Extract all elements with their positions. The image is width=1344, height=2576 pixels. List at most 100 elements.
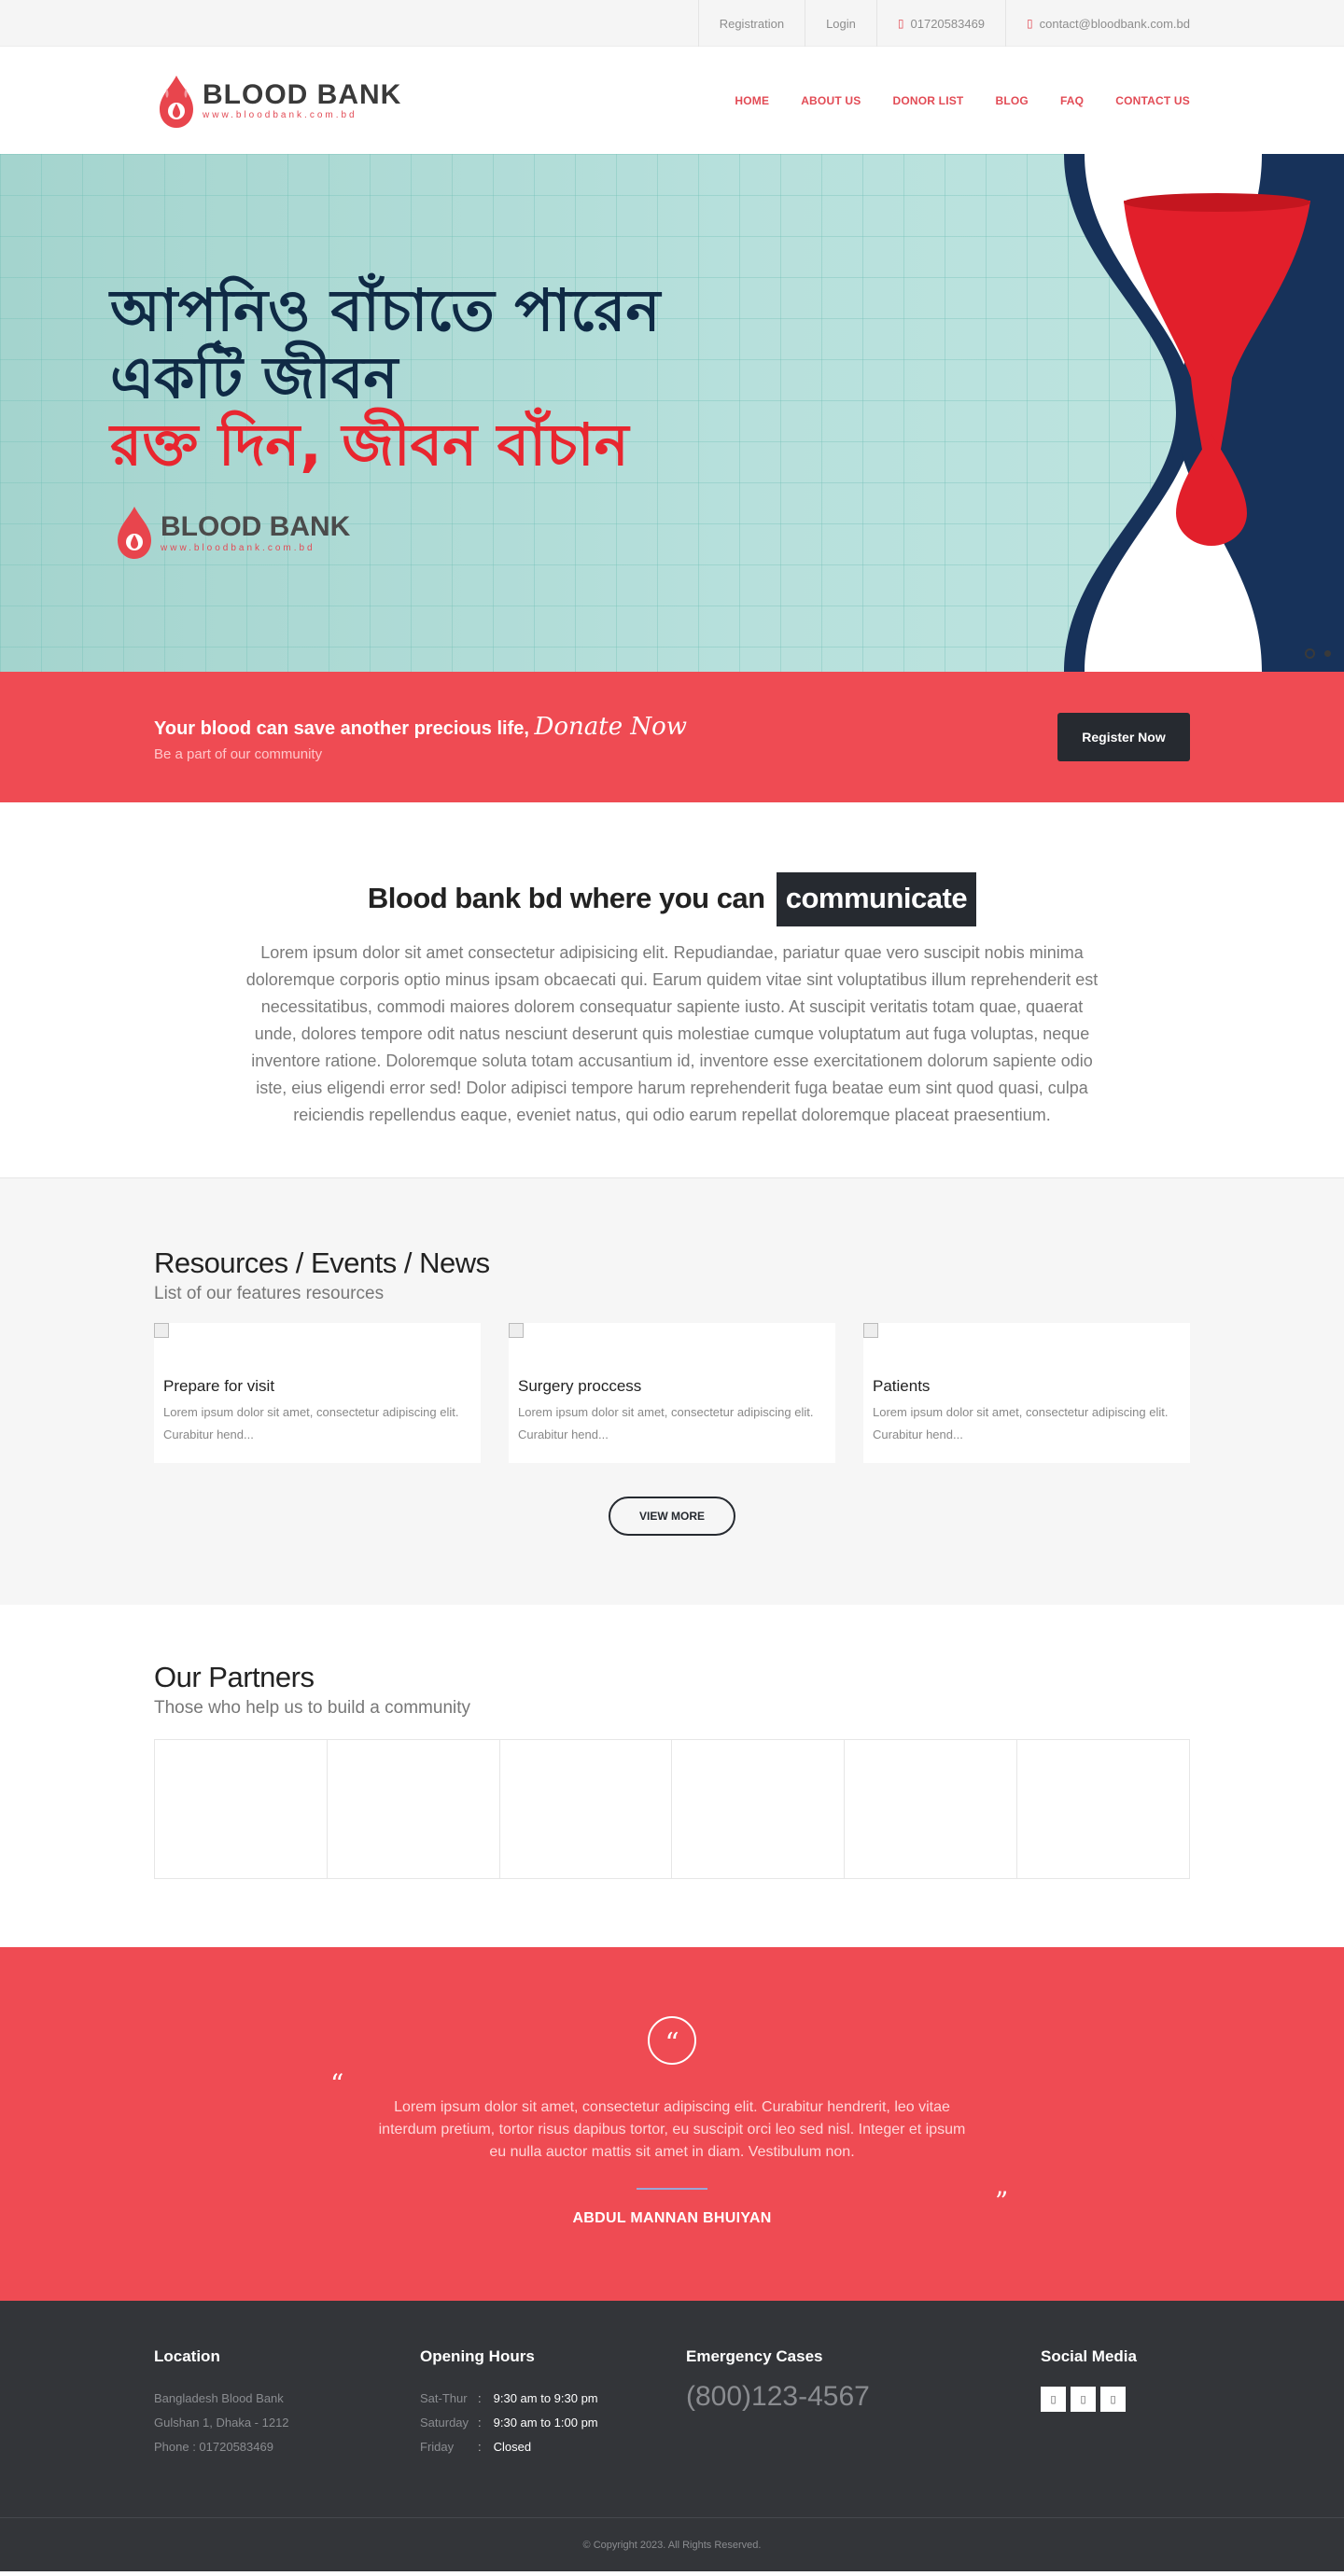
hours-time: 9:30 am to 9:30 pm (493, 2391, 598, 2405)
partners-subtitle: Those who help us to build a community (154, 1698, 471, 1718)
hero-logo-title: BLOOD BANK (161, 510, 351, 542)
location-line: Gulshan 1, Dhaka - 1212 (154, 2416, 289, 2430)
testimonial-section: “ “ Lorem ipsum dolor sit amet, consecte… (0, 1947, 1344, 2301)
hours-day: Friday (420, 2440, 455, 2454)
partner-logo-slot[interactable] (328, 1740, 500, 1878)
social-title: Social Media (1041, 2347, 1137, 2365)
donate-subtext: Be a part of our community (154, 745, 323, 762)
facebook-icon[interactable]: ▯ (1041, 2387, 1066, 2412)
resource-cards: Prepare for visit Lorem ipsum dolor sit … (154, 1323, 1190, 1463)
hours-row: Friday: Closed (420, 2435, 686, 2459)
nav-donor-list[interactable]: DONOR LIST (892, 94, 963, 107)
hero-line-2: একটি জীবন (110, 343, 399, 411)
login-label: Login (826, 16, 856, 31)
login-link[interactable]: Login (805, 0, 876, 47)
site-footer: Location Bangladesh Blood Bank Gulshan 1… (0, 2301, 1344, 2517)
hours-title: Opening Hours (420, 2347, 535, 2365)
partner-logo-slot[interactable] (155, 1740, 328, 1878)
location-line: Bangladesh Blood Bank (154, 2391, 284, 2405)
broken-image-icon (863, 1323, 878, 1338)
location-line: Phone : 01720583469 (154, 2440, 273, 2454)
hero-line-1: আপনিও বাঁচাতে পারেন (110, 276, 661, 344)
social-links: ▯ ▯ ▯ (1041, 2387, 1137, 2412)
resource-card[interactable]: Prepare for visit Lorem ipsum dolor sit … (154, 1323, 481, 1463)
intro-section: Blood bank bd where you can communicate … (0, 802, 1344, 1178)
hero-logo: BLOOD BANK www.bloodbank.com.bd (112, 501, 350, 563)
phone-icon: ▯ (897, 17, 904, 30)
open-quote-icon: “ (330, 2068, 344, 2099)
hours-day: Saturday (420, 2416, 469, 2430)
resources-subtitle: List of our features resources (154, 1284, 385, 1303)
partners-section: Our Partners Those who help us to build … (0, 1605, 1344, 1947)
testimonial-author: ABDUL MANNAN BHUIYAN (572, 2210, 772, 2226)
testimonial-quote: Lorem ipsum dolor sit amet, consectetur … (378, 2099, 966, 2160)
resource-card[interactable]: Patients Lorem ipsum dolor sit amet, con… (863, 1323, 1190, 1463)
donate-text: Your blood can save another precious lif… (154, 717, 529, 739)
partner-logo-slot[interactable] (500, 1740, 673, 1878)
partner-logo-slot[interactable] (672, 1740, 846, 1878)
hours-time: 9:30 am to 1:00 pm (493, 2416, 598, 2430)
hero-logo-url: www.bloodbank.com.bd (161, 542, 315, 553)
registration-label: Registration (719, 16, 785, 31)
partner-logos (154, 1739, 1190, 1879)
intro-title-badge: communicate (776, 872, 977, 926)
email-text: contact@bloodbank.com.bd (1039, 16, 1190, 31)
nav-faq[interactable]: FAQ (1060, 94, 1084, 107)
footer-location: Location Bangladesh Blood Bank Gulshan 1… (154, 2347, 420, 2459)
emergency-title: Emergency Cases (686, 2347, 823, 2365)
registration-link[interactable]: Registration (697, 0, 805, 47)
hours-day: Sat-Thur (420, 2391, 468, 2405)
donate-headline: Your blood can save another precious lif… (154, 713, 687, 741)
broken-image-icon (154, 1323, 169, 1338)
footer-emergency: Emergency Cases (800)123-4567 (686, 2347, 1041, 2459)
intro-title-text: Blood bank bd where you can (367, 882, 765, 914)
slider-dot-1[interactable] (1305, 648, 1315, 659)
resources-section: Resources / Events / News List of our fe… (0, 1178, 1344, 1605)
card-desc: Lorem ipsum dolor sit amet, consectetur … (518, 1405, 814, 1441)
partners-title: Our Partners (154, 1661, 315, 1693)
partner-logo-slot[interactable] (1017, 1740, 1189, 1878)
topbar-phone: ▯ 01720583469 (875, 0, 1005, 47)
nav-contact-us[interactable]: CONTACT US (1115, 94, 1190, 107)
card-title: Patients (873, 1377, 931, 1395)
nav-about-us[interactable]: ABOUT US (801, 94, 861, 107)
view-more-button[interactable]: VIEW MORE (609, 1497, 735, 1536)
intro-paragraph: Lorem ipsum dolor sit amet consectetur a… (245, 943, 1099, 1124)
hero-blood-drop-icon (118, 507, 151, 559)
partner-logo-slot[interactable] (845, 1740, 1018, 1878)
location-title: Location (154, 2347, 220, 2365)
hours-row: Sat-Thur:9:30 am to 9:30 pm (420, 2387, 686, 2411)
resources-title: Resources / Events / News (154, 1246, 490, 1279)
hourglass-illustration-icon (1064, 154, 1344, 672)
resource-card[interactable]: Surgery proccess Lorem ipsum dolor sit a… (509, 1323, 835, 1463)
slider-dots (1305, 648, 1331, 659)
card-title: Surgery proccess (518, 1377, 642, 1395)
slider-dot-2[interactable] (1324, 650, 1331, 657)
site-logo[interactable]: BLOOD BANK www.bloodbank.com.bd (154, 72, 401, 130)
nav-blog[interactable]: BLOG (995, 94, 1028, 107)
envelope-icon: ▯ (1027, 17, 1033, 30)
top-bar: Registration Login ▯ 01720583469 ▯ contact… (0, 0, 1344, 47)
hero-line-3: রক্ত দিন, জীবন বাঁচান (110, 411, 629, 479)
twitter-icon[interactable]: ▯ (1071, 2387, 1096, 2412)
donate-banner: Your blood can save another precious lif… (0, 672, 1344, 802)
copyright-text: © Copyright 2023. All Rights Reserved. (582, 2540, 762, 2551)
register-now-button[interactable]: Register Now (1057, 713, 1190, 761)
main-nav: HOME ABOUT US DONOR LIST BLOG FAQ CONTAC… (735, 94, 1190, 107)
emergency-phone: (800)123-4567 (686, 2381, 870, 2412)
logo-title: BLOOD BANK (203, 78, 402, 110)
hours-time: Closed (493, 2440, 532, 2454)
card-desc: Lorem ipsum dolor sit amet, consectetur … (873, 1405, 1169, 1441)
site-header: BLOOD BANK www.bloodbank.com.bd HOME ABO… (0, 47, 1344, 154)
topbar-email[interactable]: ▯ contact@bloodbank.com.bd (1005, 0, 1190, 47)
linkedin-icon[interactable]: ▯ (1100, 2387, 1126, 2412)
broken-image-icon (509, 1323, 524, 1338)
hero-slider: আপনিও বাঁচাতে পারেন একটি জীবন রক্ত দিন, … (0, 154, 1344, 672)
quote-circle-icon: “ (648, 2016, 696, 2065)
card-title: Prepare for visit (163, 1377, 275, 1395)
donate-now-script: Donate Now (534, 712, 688, 741)
footer-hours: Opening Hours Sat-Thur:9:30 am to 9:30 p… (420, 2347, 686, 2459)
copyright-bar: © Copyright 2023. All Rights Reserved. (0, 2517, 1344, 2571)
nav-home[interactable]: HOME (735, 94, 769, 107)
card-desc: Lorem ipsum dolor sit amet, consectetur … (163, 1405, 459, 1441)
